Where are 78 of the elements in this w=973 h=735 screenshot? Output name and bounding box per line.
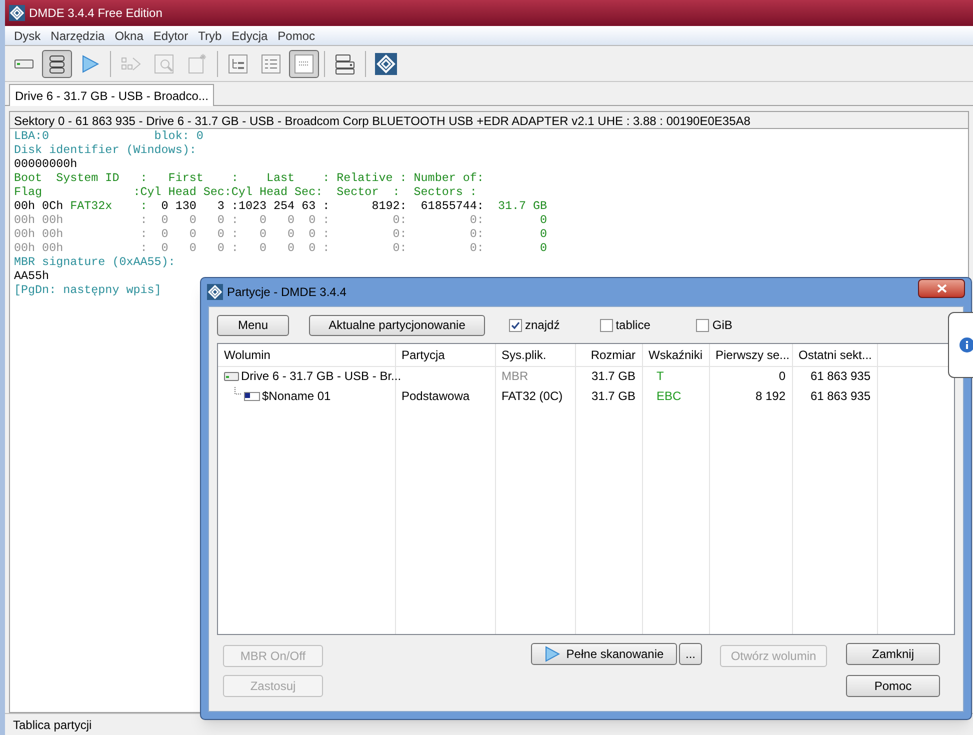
table-cell: Podstawowa: [395, 386, 495, 406]
table-cell: 0: [709, 366, 792, 386]
partitioning-button[interactable]: Aktualne partycjonowanie: [309, 314, 485, 336]
tree-connector-icon: [234, 387, 242, 397]
column-header[interactable]: Rozmiar: [575, 344, 642, 366]
column-header[interactable]: Ostatni sekt...: [792, 344, 877, 366]
dump-text: Boot System ID : First : Last : Relative : Number of:: [14, 171, 484, 185]
column-header[interactable]: Sys.plik.: [495, 344, 575, 366]
table-cell: 31.7 GB: [575, 366, 642, 386]
checkbox-label: tablice: [616, 317, 650, 334]
toolbar-button[interactable]: [42, 50, 72, 78]
dump-text: 00000000h: [14, 157, 78, 171]
menu-item[interactable]: Okna: [110, 26, 148, 44]
tab[interactable]: Drive 6 - 31.7 GB - USB - Broadco...: [9, 84, 214, 106]
magnifier-icon: [152, 52, 176, 76]
menu-item[interactable]: Tryb: [193, 26, 227, 44]
menu-item[interactable]: Pomoc: [272, 26, 320, 44]
dump-text: 31.7 GB: [496, 199, 548, 213]
dump-text: 00h 00h : 0 0 0 : 0 0 0 : 0: 0:: [14, 227, 484, 241]
checkbox-box[interactable]: [696, 318, 710, 332]
table-cell: 8 192: [709, 386, 792, 406]
checkbox-label: GiB: [712, 317, 732, 334]
table-cell: T: [642, 366, 709, 386]
menu-item[interactable]: Edytor: [148, 26, 194, 44]
app-logo-icon: [374, 52, 398, 76]
volume-name[interactable]: $Noname 01: [262, 387, 331, 405]
table-cell: 61 863 935: [792, 366, 877, 386]
dump-text: Disk identifier (Windows):: [14, 143, 196, 157]
full-scan-button[interactable]: Pełne skanowanie: [531, 643, 677, 665]
drive-icon: [224, 372, 239, 381]
tree-icon: [226, 52, 250, 76]
dump-text: 00h 00h : 0 0 0 : 0 0 0 : 0: 0:: [14, 241, 484, 255]
close-dialog-button[interactable]: Zamknij: [846, 643, 940, 665]
help-button[interactable]: Pomoc: [846, 675, 940, 697]
records-icon: [333, 52, 357, 76]
menu-item[interactable]: Narzędzia: [46, 26, 110, 44]
close-button[interactable]: [918, 279, 965, 298]
play-icon: [544, 646, 560, 662]
checkbox-box[interactable]: [509, 318, 522, 332]
app-logo-icon: [9, 5, 25, 21]
dump-text: AA55h: [14, 269, 50, 283]
volume-name[interactable]: Drive 6 - 31.7 GB - USB - Br...: [241, 367, 402, 386]
window-title: DMDE 3.4.4 Free Edition: [29, 5, 162, 22]
column-header[interactable]: Wolumin: [218, 344, 395, 366]
column-header[interactable]: Wskaźniki: [642, 344, 709, 366]
checkmark-icon: [511, 320, 520, 330]
dump-text: 00h 00h : 0 0 0 : 0 0 0 : 0: 0:: [14, 213, 484, 227]
checkbox-label: znajdź: [525, 317, 560, 334]
dump-text: 0 130 3 :1023 254 63 : 8192: 61855744:: [160, 199, 484, 213]
grid-icon: [292, 52, 316, 76]
column-header[interactable]: Partycja: [395, 344, 495, 366]
column-header[interactable]: Pierwszy se...: [709, 344, 792, 366]
menu-item[interactable]: Dysk: [9, 26, 46, 44]
table-cell: 31.7 GB: [575, 386, 642, 406]
dump-text: 0: [539, 227, 548, 241]
app-logo-icon: [207, 284, 223, 300]
dump-text: [PgDn: następny wpis]: [14, 283, 162, 297]
table-cell: MBR: [495, 366, 575, 386]
close-icon: [936, 284, 946, 293]
dump-text: LBA:0 blok: 0: [14, 129, 204, 143]
dump-text: 0: [539, 241, 548, 255]
dump-text: FAT32x :: [70, 199, 148, 213]
table-cell: FAT32 (0C): [495, 386, 575, 406]
volume-icon: [244, 392, 260, 400]
dump-text: MBR signature (0xAA55):: [14, 255, 176, 269]
checkbox-box[interactable]: [600, 318, 613, 332]
menu-item[interactable]: Edycja: [226, 26, 273, 44]
dump-text: 00h 0Ch: [14, 199, 64, 213]
toolbar-button[interactable]: [289, 50, 319, 78]
dump-text: 0: [539, 213, 548, 227]
menu-button[interactable]: Menu: [217, 314, 289, 336]
dump-text: Flag :Cyl Head Sec:Cyl Head Sec: Sector : Sectors :: [14, 185, 477, 199]
panel-header: Sektory 0 - 61 863 935 - Drive 6 - 31.7 GB - USB - Broadcom Corp BLUETOOTH USB +EDR ADAPTER v2.1 UHE : 3.88 : 00190E0E35A8: [10, 112, 968, 129]
table-cell: EBC: [642, 386, 709, 406]
dialog-title: Partycje - DMDE 3.4.4: [227, 284, 346, 301]
more-button[interactable]: ...: [679, 643, 702, 665]
details-icon: [259, 52, 283, 76]
table-cell: 61 863 935: [792, 386, 877, 406]
